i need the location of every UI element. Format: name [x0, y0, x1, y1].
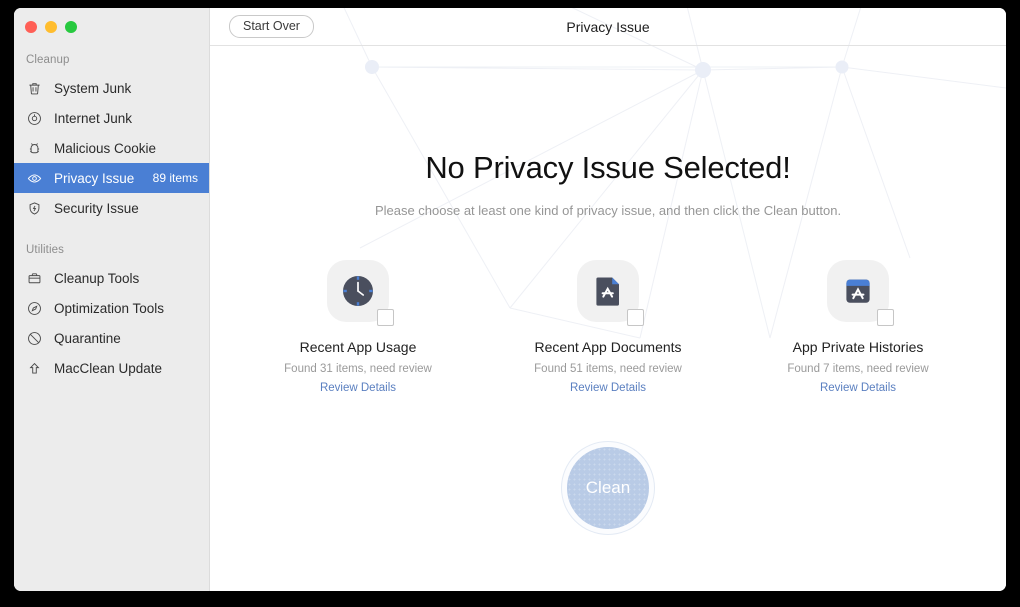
window-controls: [14, 8, 209, 33]
sidebar-item-cleanup-tools[interactable]: Cleanup Tools: [14, 263, 209, 293]
sidebar-item-system-junk[interactable]: System Junk: [14, 73, 209, 103]
main-panel: Start Over Privacy Issue No Privacy Issu…: [210, 8, 1006, 591]
tile-title: Recent App Documents: [534, 339, 682, 355]
sidebar-item-label: Quarantine: [54, 330, 121, 346]
sidebar-item-label: Internet Junk: [54, 110, 133, 126]
clean-button-label: Clean: [585, 478, 631, 497]
cookie-icon: [26, 140, 43, 157]
tile-subtitle: Found 31 items, need review: [284, 363, 432, 375]
sidebar-group-label-cleanup: Cleanup: [26, 54, 70, 66]
privacy-category-tile[interactable]: Recent App Documents Found 51 items, nee…: [515, 260, 701, 394]
tile-subtitle: Found 7 items, need review: [787, 363, 929, 375]
no-entry-icon: [26, 330, 43, 347]
tile-checkbox[interactable]: [377, 309, 394, 326]
privacy-category-tile[interactable]: App Private Histories Found 7 items, nee…: [765, 260, 951, 394]
content-area: No Privacy Issue Selected! Please choose…: [210, 150, 1006, 534]
sidebar: Cleanup System Junk Internet Junk Malici…: [14, 8, 210, 591]
sidebar-item-optimization-tools[interactable]: Optimization Tools: [14, 293, 209, 323]
sidebar-item-malicious-cookie[interactable]: Malicious Cookie: [14, 133, 209, 163]
review-details-link[interactable]: Review Details: [765, 382, 951, 394]
sidebar-item-quarantine[interactable]: Quarantine: [14, 323, 209, 353]
headline: No Privacy Issue Selected!: [425, 150, 791, 185]
sidebar-item-label: Optimization Tools: [54, 300, 165, 316]
sidebar-item-label: Cleanup Tools: [54, 270, 140, 286]
toolbar: Start Over Privacy Issue: [210, 8, 1006, 46]
close-button[interactable]: [25, 21, 37, 33]
eye-icon: [26, 170, 43, 187]
sidebar-item-label: System Junk: [54, 80, 132, 96]
review-details-link[interactable]: Review Details: [515, 382, 701, 394]
minimize-button[interactable]: [45, 21, 57, 33]
sidebar-item-macclean-update[interactable]: MacClean Update: [14, 353, 209, 383]
gauge-icon: [26, 300, 43, 317]
sidebar-item-count: 89 items: [152, 171, 198, 185]
compass-icon: [26, 110, 43, 127]
sidebar-item-label: Privacy Issue: [54, 170, 135, 186]
tile-subtitle: Found 51 items, need review: [534, 363, 682, 375]
clean-button[interactable]: Clean: [562, 442, 654, 534]
privacy-category-tile[interactable]: Recent App Usage Found 31 items, need re…: [265, 260, 451, 394]
sidebar-item-label: Security Issue: [54, 200, 139, 216]
shield-icon: [26, 200, 43, 217]
review-details-link[interactable]: Review Details: [265, 382, 451, 394]
start-over-button[interactable]: Start Over: [229, 15, 314, 38]
sidebar-item-label: Malicious Cookie: [54, 140, 157, 156]
tile-checkbox[interactable]: [627, 309, 644, 326]
clean-button-container: Clean: [210, 442, 1006, 534]
tile-title: Recent App Usage: [299, 339, 417, 355]
sidebar-item-internet-junk[interactable]: Internet Junk: [14, 103, 209, 133]
tile-icon-container: [327, 260, 394, 326]
up-arrow-icon: [26, 360, 43, 377]
tile-checkbox[interactable]: [877, 309, 894, 326]
subheadline: Please choose at least one kind of priva…: [374, 203, 842, 218]
zoom-button[interactable]: [65, 21, 77, 33]
toolbox-icon: [26, 270, 43, 287]
tile-title: App Private Histories: [792, 339, 924, 355]
sidebar-item-privacy-issue[interactable]: Privacy Issue 89 items: [14, 163, 209, 193]
sidebar-item-security-issue[interactable]: Security Issue: [14, 193, 209, 223]
app-window: Cleanup System Junk Internet Junk Malici…: [14, 8, 1006, 591]
sidebar-item-label: MacClean Update: [54, 360, 163, 376]
tile-icon-container: [577, 260, 644, 326]
tile-icon-container: [827, 260, 894, 326]
trash-icon: [26, 80, 43, 97]
sidebar-group-label-utilities: Utilities: [26, 244, 64, 256]
privacy-category-list: Recent App Usage Found 31 items, need re…: [210, 260, 1006, 394]
page-title: Privacy Issue: [566, 18, 650, 35]
